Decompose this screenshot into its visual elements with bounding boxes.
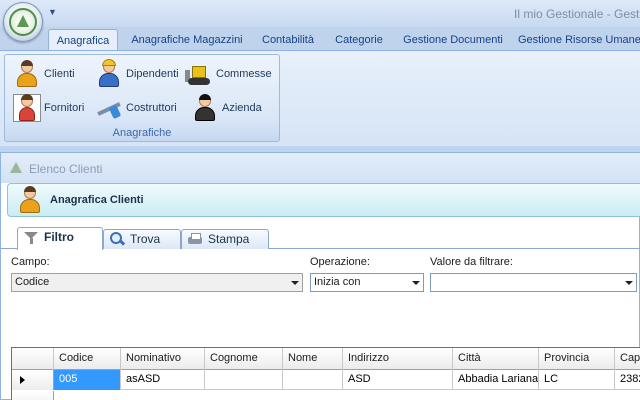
ribbon-panel: Clienti Dipendenti Commesse Fornitori Co… (0, 50, 640, 146)
azienda-label: Azienda (222, 102, 262, 114)
clienti-grid: Codice Nominativo Cognome Nome Indirizzo… (11, 347, 640, 400)
magnifier-icon (110, 232, 125, 246)
grid-header: Codice Nominativo Cognome Nome Indirizzo… (12, 348, 640, 370)
current-row-icon (20, 376, 25, 384)
ribbon-group-anagrafiche: Clienti Dipendenti Commesse Fornitori Co… (4, 54, 280, 142)
row-header-corner (12, 348, 54, 370)
campo-label: Campo: (11, 256, 50, 268)
dipendenti-button[interactable]: Dipendenti (95, 59, 179, 88)
column-nome[interactable]: Nome (283, 348, 343, 370)
tab-gestione-documenti[interactable]: Gestione Documenti (398, 29, 508, 51)
valore-label: Valore da filtrare: (430, 256, 513, 268)
cell-provincia[interactable]: LC (539, 370, 615, 390)
tab-stampa[interactable]: Stampa (181, 229, 269, 249)
campo-value: Codice (15, 276, 50, 288)
tab-filtro[interactable]: Filtro (17, 227, 103, 250)
campo-select[interactable]: Codice (11, 273, 303, 292)
tab-contabilita[interactable]: Contabilità (256, 29, 320, 51)
ribbon-group-caption: Anagrafiche (112, 127, 172, 139)
clienti-label: Clienti (44, 68, 75, 80)
cell-citta[interactable]: Abbadia Lariana (453, 370, 539, 390)
bulldozer-icon (185, 60, 213, 88)
tab-categorie[interactable]: Categorie (326, 29, 392, 51)
supplier-person-icon (13, 94, 41, 122)
customer-person-icon (16, 186, 44, 214)
filter-tabs: Filtro Trova Stampa (1, 227, 640, 250)
section-header: Anagrafica Clienti (7, 183, 640, 217)
table-row[interactable]: 005 asASD ASD Abbadia Lariana LC 2382 (12, 370, 640, 390)
operazione-value: Inizia con (314, 276, 361, 288)
cell-nominativo[interactable]: asASD (121, 370, 205, 390)
chevron-down-icon[interactable] (287, 274, 302, 291)
company-person-icon (191, 94, 219, 122)
customer-person-icon (13, 60, 41, 88)
drill-icon (95, 94, 123, 122)
cell-indirizzo[interactable]: ASD (343, 370, 453, 390)
cell-nome[interactable] (283, 370, 343, 390)
funnel-icon (24, 230, 39, 244)
row-selector[interactable] (12, 391, 54, 400)
tab-stampa-label: Stampa (208, 232, 250, 246)
fornitori-label: Fornitori (44, 102, 85, 114)
child-title-bar[interactable]: Elenco Clienti (1, 153, 640, 183)
column-codice[interactable]: Codice (54, 348, 121, 370)
column-nominativo[interactable]: Nominativo (121, 348, 205, 370)
app-logo-icon (9, 8, 37, 36)
tab-anagrafiche-magazzini[interactable]: Anagrafiche Magazzini (124, 29, 250, 51)
fornitori-button[interactable]: Fornitori (13, 94, 84, 122)
tab-gestione-risorse-umane[interactable]: Gestione Risorse Umane (518, 29, 640, 51)
row-selector[interactable] (12, 370, 54, 390)
costruttori-label: Costruttori (126, 102, 177, 114)
commesse-label: Commesse (216, 68, 272, 80)
column-indirizzo[interactable]: Indirizzo (343, 348, 453, 370)
section-title: Anagrafica Clienti (50, 194, 144, 206)
azienda-button[interactable]: Azienda (191, 94, 262, 122)
application-menu-button[interactable] (3, 2, 43, 42)
ribbon-tabs: Anagrafica Anagrafiche Magazzini Contabi… (0, 27, 640, 51)
printer-icon (188, 232, 203, 246)
quick-access-menu-icon[interactable]: ▼ (48, 7, 57, 17)
title-bar: ▼ Il mio Gestionale - Gesti (0, 0, 640, 27)
elenco-clienti-window: Elenco Clienti Anagrafica Clienti Filtro… (0, 152, 640, 400)
valore-input[interactable] (430, 273, 637, 292)
cell-cognome[interactable] (205, 370, 283, 390)
child-window-title: Elenco Clienti (29, 162, 103, 176)
chevron-down-icon[interactable] (408, 274, 423, 291)
column-provincia[interactable]: Provincia (539, 348, 615, 370)
clienti-button[interactable]: Clienti (13, 60, 75, 88)
operazione-select[interactable]: Inizia con (310, 273, 424, 292)
commesse-button[interactable]: Commesse (185, 60, 272, 88)
app-title: Il mio Gestionale - Gesti (514, 7, 640, 21)
tab-anagrafica[interactable]: Anagrafica (48, 29, 118, 51)
tab-trova[interactable]: Trova (103, 229, 181, 249)
column-citta[interactable]: Città (453, 348, 539, 370)
operazione-label: Operazione: (310, 256, 370, 268)
dipendenti-label: Dipendenti (126, 68, 179, 80)
chevron-down-icon[interactable] (621, 274, 636, 291)
column-cognome[interactable]: Cognome (205, 348, 283, 370)
cell-codice[interactable]: 005 (54, 370, 121, 390)
worker-helmet-icon (95, 59, 123, 88)
costruttori-button[interactable]: Costruttori (95, 94, 177, 122)
column-cap[interactable]: Cap (615, 348, 640, 370)
window-leaf-icon (9, 162, 23, 174)
table-row[interactable] (12, 391, 640, 400)
tab-trova-label: Trova (130, 232, 161, 246)
tab-filtro-label: Filtro (44, 230, 74, 244)
cell-cap[interactable]: 2382 (615, 370, 640, 390)
